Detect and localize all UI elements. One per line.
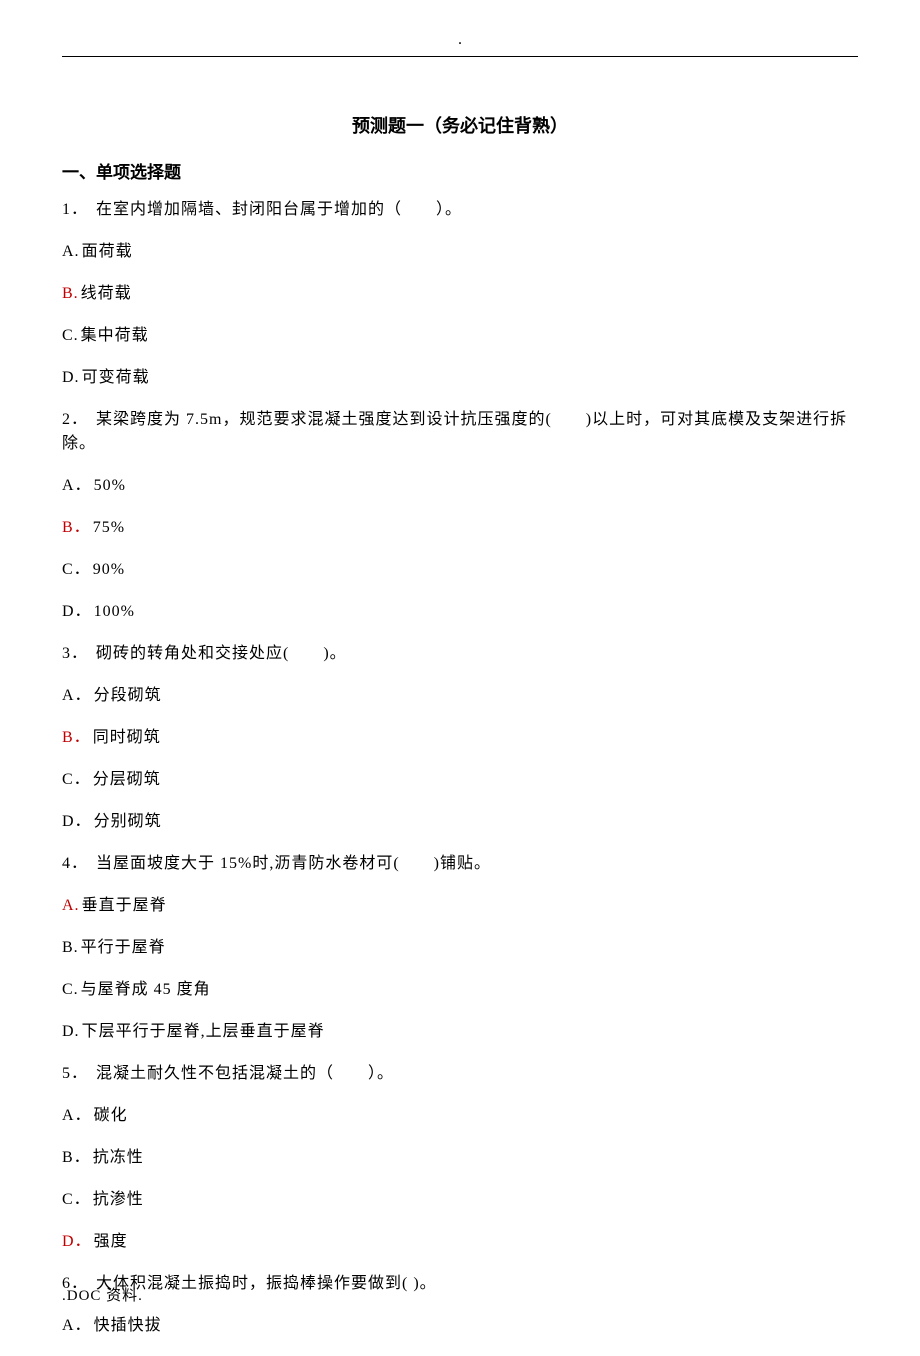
option-label: C. xyxy=(62,981,79,998)
option-answer: B.线荷载 xyxy=(62,282,858,306)
option-text: 碳化 xyxy=(94,1107,128,1124)
question-text: 4． 当屋面坡度大于 15%时,沥青防水卷材可( )铺贴。 xyxy=(62,852,858,876)
option: A.面荷载 xyxy=(62,240,858,264)
option-text: 下层平行于屋脊,上层垂直于屋脊 xyxy=(82,1023,325,1040)
option-text: 平行于屋脊 xyxy=(81,939,166,956)
page-title: 预测题一（务必记住背熟） xyxy=(62,113,858,140)
option: A．分段砌筑 xyxy=(62,684,858,708)
option-answer: A.垂直于屋脊 xyxy=(62,894,858,918)
header-dot: . xyxy=(62,28,858,52)
option-text: 分层砌筑 xyxy=(93,771,161,788)
question-body: 砌砖的转角处和交接处应( )。 xyxy=(96,645,347,662)
option-text: 垂直于屋脊 xyxy=(82,897,167,914)
option: C．90% xyxy=(62,558,858,582)
question-number: 4． xyxy=(62,855,88,872)
footer-text: .DOC 资料. xyxy=(62,1285,143,1308)
option-text: 可变荷载 xyxy=(82,369,150,386)
question-body: 在室内增加隔墙、封闭阳台属于增加的（ ）。 xyxy=(96,201,462,218)
option-answer: D．强度 xyxy=(62,1230,858,1254)
option: C.集中荷载 xyxy=(62,324,858,348)
question-body: 混凝土耐久性不包括混凝土的（ ）。 xyxy=(96,1065,394,1082)
question-text: 5． 混凝土耐久性不包括混凝土的（ ）。 xyxy=(62,1062,858,1086)
option: C．分层砌筑 xyxy=(62,768,858,792)
question-text: 3． 砌砖的转角处和交接处应( )。 xyxy=(62,642,858,666)
option-label: D. xyxy=(62,369,80,386)
option-label: C． xyxy=(62,771,91,788)
option-text: 抗渗性 xyxy=(93,1191,144,1208)
option-label: D． xyxy=(62,813,92,830)
question-body: 某梁跨度为 7.5m，规范要求混凝土强度达到设计抗压强度的( )以上时，可对其底… xyxy=(62,411,847,452)
option: D.可变荷载 xyxy=(62,366,858,390)
option: D．100% xyxy=(62,600,858,624)
option: A．快插快拔 xyxy=(62,1314,858,1338)
option-label: A． xyxy=(62,1317,92,1334)
option: D.下层平行于屋脊,上层垂直于屋脊 xyxy=(62,1020,858,1044)
section-heading: 一、单项选择题 xyxy=(62,160,858,186)
option: B.平行于屋脊 xyxy=(62,936,858,960)
option-label: B． xyxy=(62,519,91,536)
question-text: 2．某梁跨度为 7.5m，规范要求混凝土强度达到设计抗压强度的( )以上时，可对… xyxy=(62,408,858,456)
option-label: A． xyxy=(62,1107,92,1124)
question-text: 6．大体积混凝土振捣时，振捣棒操作要做到( )。 xyxy=(62,1272,858,1296)
option-text: 线荷载 xyxy=(81,285,132,302)
question-text: 1． 在室内增加隔墙、封闭阳台属于增加的（ ）。 xyxy=(62,198,858,222)
option: A．50% xyxy=(62,474,858,498)
option-label: A． xyxy=(62,687,92,704)
option-text: 90% xyxy=(93,561,125,578)
option-label: B. xyxy=(62,939,79,956)
option-text: 抗冻性 xyxy=(93,1149,144,1166)
question-number: 1． xyxy=(62,201,88,218)
option-label: B． xyxy=(62,729,91,746)
option-text: 强度 xyxy=(94,1233,128,1250)
option-text: 75% xyxy=(93,519,125,536)
question-body: 大体积混凝土振捣时，振捣棒操作要做到( )。 xyxy=(96,1275,437,1292)
option-label: B. xyxy=(62,285,79,302)
option-text: 50% xyxy=(94,477,126,494)
option-label: C． xyxy=(62,561,91,578)
option-text: 集中荷载 xyxy=(81,327,149,344)
option-text: 同时砌筑 xyxy=(93,729,161,746)
option-label: A. xyxy=(62,243,80,260)
option-text: 快插快拔 xyxy=(94,1317,162,1334)
option: C．抗渗性 xyxy=(62,1188,858,1212)
option-answer: B．同时砌筑 xyxy=(62,726,858,750)
question-number: 3． xyxy=(62,645,88,662)
question-number: 2． xyxy=(62,411,88,428)
option-text: 面荷载 xyxy=(82,243,133,260)
option-answer: B．75% xyxy=(62,516,858,540)
option-label: D． xyxy=(62,1233,92,1250)
option: C.与屋脊成 45 度角 xyxy=(62,978,858,1002)
question-body: 当屋面坡度大于 15%时,沥青防水卷材可( )铺贴。 xyxy=(96,855,491,872)
option-text: 100% xyxy=(94,603,135,620)
content-body: 1．在室内增加隔墙、封闭阳台属于增加的（ ）。A.面荷载B.线荷载C.集中荷载D… xyxy=(62,198,858,1338)
option: B．抗冻性 xyxy=(62,1146,858,1170)
option-label: C． xyxy=(62,1191,91,1208)
option-text: 分别砌筑 xyxy=(94,813,162,830)
option-label: A． xyxy=(62,477,92,494)
option-label: A. xyxy=(62,897,80,914)
option-label: B． xyxy=(62,1149,91,1166)
option-text: 与屋脊成 45 度角 xyxy=(81,981,211,998)
option: A．碳化 xyxy=(62,1104,858,1128)
question-number: 5． xyxy=(62,1065,88,1082)
option-label: D． xyxy=(62,603,92,620)
option-label: D. xyxy=(62,1023,80,1040)
option-text: 分段砌筑 xyxy=(94,687,162,704)
option: D．分别砌筑 xyxy=(62,810,858,834)
option-label: C. xyxy=(62,327,79,344)
header-rule xyxy=(62,56,858,57)
